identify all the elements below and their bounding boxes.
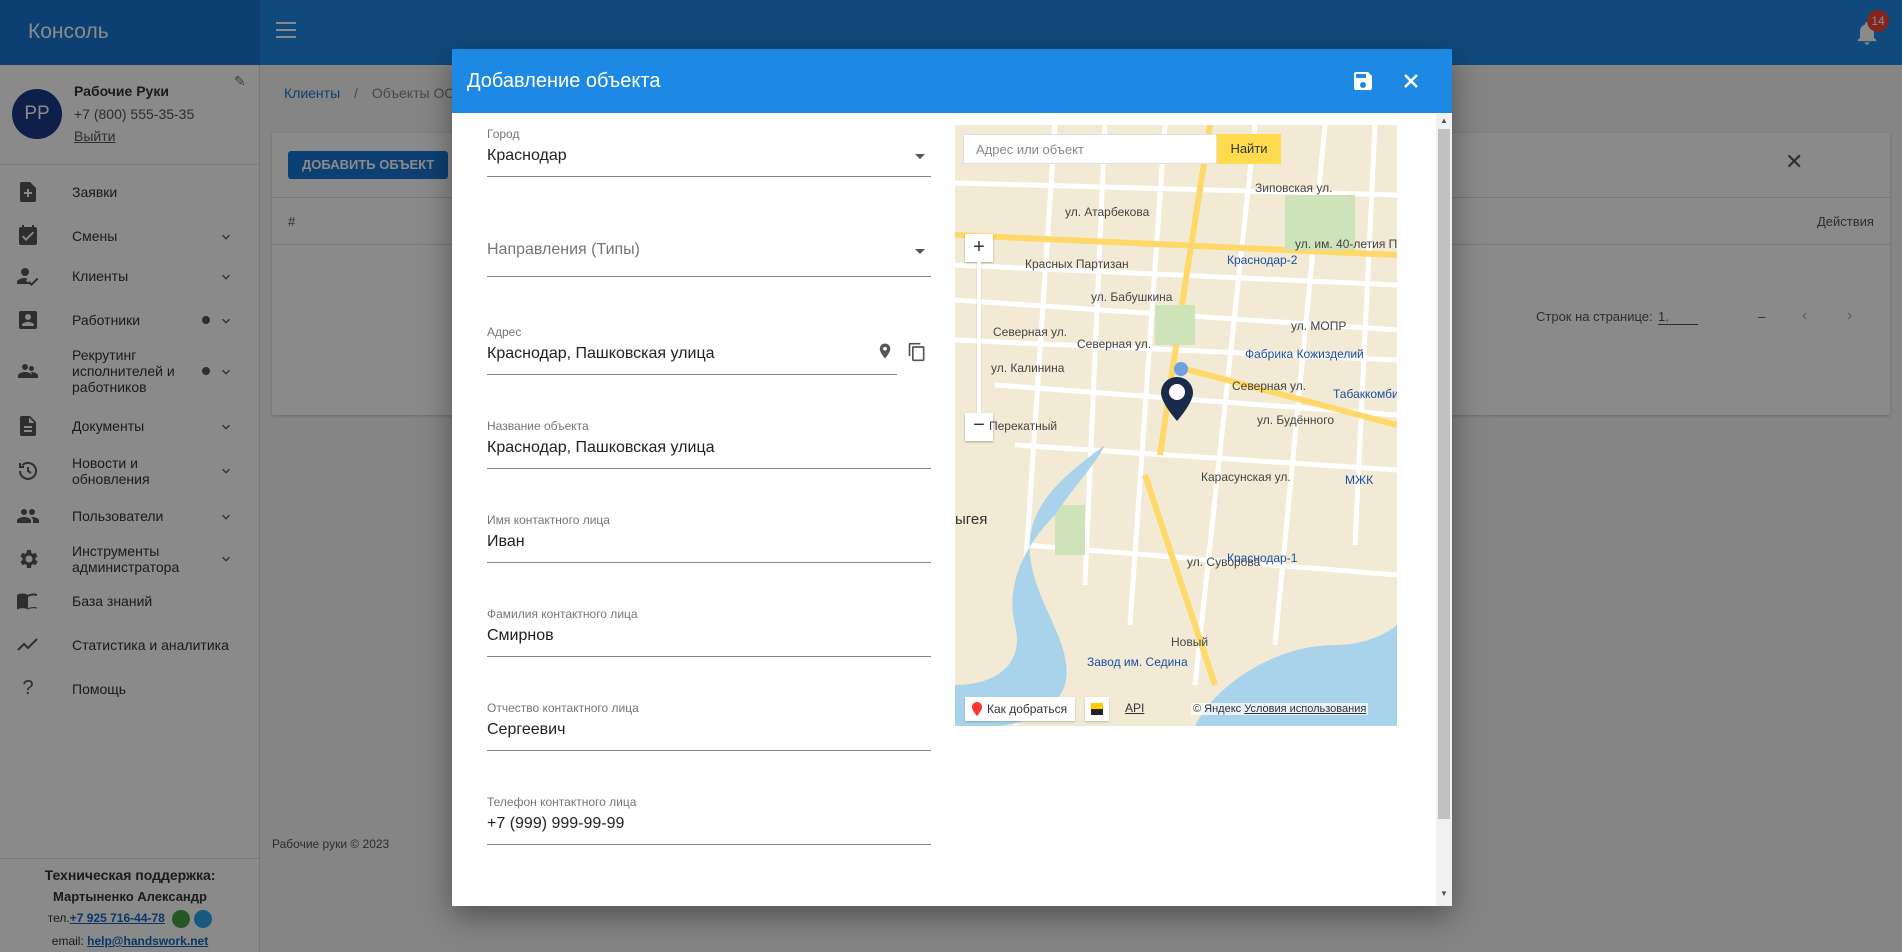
scroll-down-arrow-icon[interactable]: ▼ (1440, 889, 1448, 898)
map-label: ул. им. 40-летия Побед (1295, 237, 1397, 251)
contact-phone-label: Телефон контактного лица (487, 795, 637, 809)
contact-last-name-value: Смирнов (487, 627, 554, 644)
map-label: Северная ул. (993, 325, 1068, 339)
contact-first-name-field[interactable]: Имя контактного лица Иван (487, 513, 931, 563)
close-icon[interactable] (1399, 69, 1423, 93)
scroll-up-arrow-icon[interactable]: ▲ (1440, 116, 1448, 125)
contact-middle-name-value: Сергеевич (487, 721, 566, 738)
yandex-maps-icon[interactable] (1085, 697, 1109, 721)
map-copyright-text: © Яндекс (1193, 703, 1242, 715)
route-button[interactable]: Как добраться (965, 697, 1076, 721)
api-link[interactable]: API (1125, 701, 1144, 715)
contact-middle-name-label: Отчество контактного лица (487, 701, 639, 715)
route-button-label: Как добраться (987, 702, 1068, 716)
map-label: ул. МОПР (1291, 319, 1347, 333)
landmark-icon (1174, 362, 1188, 376)
map-copyright: © Яндекс Условия использования (1191, 703, 1369, 715)
directions-select[interactable]: Направления (Типы) (487, 225, 931, 277)
city-select[interactable]: Город Краснодар (487, 127, 931, 177)
city-value: Краснодар (487, 147, 567, 164)
red-pin-icon (972, 702, 982, 716)
map-label: Краснодар-2 (1227, 253, 1298, 267)
map-label: Карасунская ул. (1201, 470, 1291, 484)
contact-phone-field[interactable]: Телефон контактного лица +7 (999) 999-99… (487, 795, 931, 845)
zoom-in-button[interactable]: + (965, 234, 993, 262)
dialog-body: Город Краснодар Направления (Типы) Адрес… (452, 113, 1452, 906)
location-pin-icon[interactable] (876, 340, 894, 362)
address-value: Краснодар, Пашковская улица (487, 345, 715, 362)
map-marker-icon[interactable] (1161, 377, 1193, 421)
dialog-title: Добавление объекта (467, 70, 661, 92)
map-label: ул. Бабушкина (1091, 290, 1173, 304)
yandex-map[interactable]: Адрес или объект Найти + − ул. Атарбеков… (955, 125, 1397, 726)
map-label: ул. Суворова (1187, 555, 1261, 569)
map-label: Красных Партизан (1025, 257, 1129, 271)
directions-placeholder: Направления (Типы) (487, 241, 640, 258)
address-label: Адрес (487, 325, 522, 339)
map-label: Фабрика Кожизделий (1245, 347, 1364, 361)
dialog-scrollbar[interactable]: ▲ ▼ (1436, 113, 1452, 906)
contact-first-name-label: Имя контактного лица (487, 513, 610, 527)
map-label: Северная ул. (1077, 337, 1152, 351)
map-label: ул. Атарбекова (1065, 205, 1150, 219)
object-name-value: Краснодар, Пашковская улица (487, 439, 715, 456)
caret-down-icon (915, 154, 925, 159)
contact-phone-value: +7 (999) 999-99-99 (487, 815, 625, 832)
map-label: Табаккомби (1333, 387, 1397, 401)
copy-icon[interactable] (907, 340, 927, 364)
add-object-dialog: Добавление объекта Город Краснодар Напра… (452, 49, 1452, 906)
caret-down-icon (915, 249, 925, 254)
map-label: ул. Калинина (991, 361, 1065, 375)
scrollbar-thumb[interactable] (1438, 129, 1450, 819)
map-label: ул. Будённого (1257, 413, 1335, 427)
save-icon[interactable] (1351, 69, 1375, 93)
map-label: Новый (1171, 635, 1209, 649)
contact-middle-name-field[interactable]: Отчество контактного лица Сергеевич (487, 701, 931, 751)
dialog-header: Добавление объекта (452, 49, 1452, 113)
object-name-field[interactable]: Название объекта Краснодар, Пашковская у… (487, 419, 931, 469)
map-label: Зиповская ул. (1255, 181, 1333, 195)
contact-last-name-label: Фамилия контактного лица (487, 607, 638, 621)
city-label: Город (487, 127, 520, 141)
map-label: Перекатный (989, 419, 1058, 433)
contact-last-name-field[interactable]: Фамилия контактного лица Смирнов (487, 607, 931, 657)
map-footer: Как добраться API © Яндекс Условия испол… (955, 695, 1397, 726)
map-label: Завод им. Седина (1087, 655, 1188, 669)
map-label: МЖК (1345, 473, 1374, 487)
terms-link[interactable]: Условия использования (1244, 703, 1366, 715)
address-field[interactable]: Адрес Краснодар, Пашковская улица (487, 325, 897, 375)
map-search-input[interactable]: Адрес или объект (963, 134, 1217, 164)
contact-first-name-value: Иван (487, 533, 525, 550)
map-label: Северная ул. (1232, 379, 1307, 393)
map-label: ыгея (955, 511, 988, 528)
object-name-label: Название объекта (487, 419, 589, 433)
zoom-slider[interactable] (977, 262, 981, 413)
map-find-button[interactable]: Найти (1217, 134, 1281, 164)
